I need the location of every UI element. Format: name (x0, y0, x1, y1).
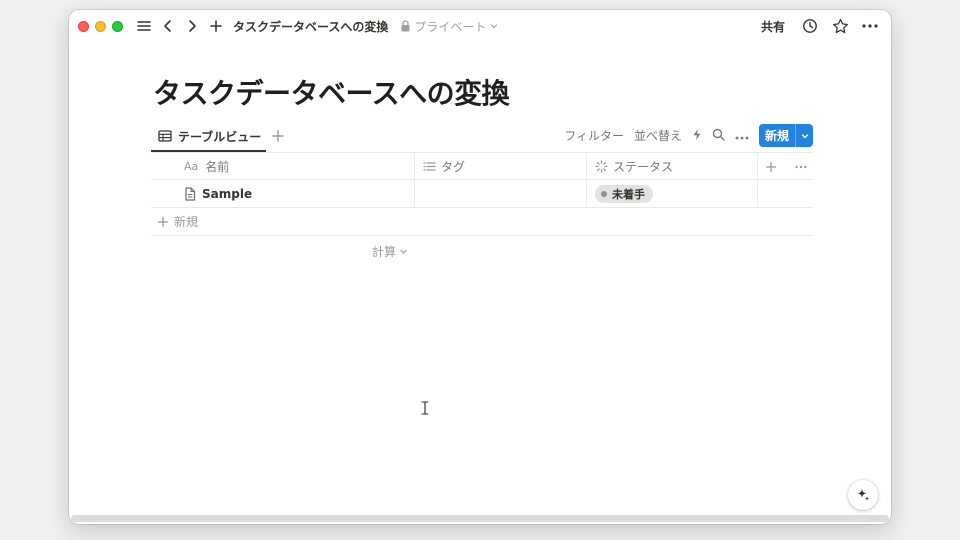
automation-bolt-icon[interactable] (692, 128, 702, 144)
forward-icon[interactable] (181, 15, 203, 37)
row-name-cell[interactable]: Sample (151, 180, 414, 207)
add-property-icon[interactable] (765, 161, 777, 173)
plus-icon (157, 216, 169, 227)
share-button[interactable]: 共有 (761, 18, 785, 35)
view-more-options-icon[interactable] (735, 129, 749, 143)
row-name-text: Sample (202, 186, 253, 201)
favorite-star-icon[interactable] (829, 15, 851, 37)
status-badge-label: 未着手 (612, 187, 645, 201)
table-header-row: Aa 名前 タグ ステータス (151, 152, 813, 180)
page-title[interactable]: タスクデータベースへの変換 (153, 72, 510, 112)
column-header-label: タグ (441, 160, 466, 174)
status-icon (595, 160, 608, 173)
database-view-bar: テーブルビュー フィルター 並べ替え 新規 (151, 122, 813, 152)
add-view-icon[interactable] (271, 128, 285, 147)
table-row[interactable]: Sample 未着手 (151, 180, 813, 208)
chevron-down-icon (400, 249, 407, 254)
new-entry-button[interactable]: 新規 (758, 124, 813, 147)
column-header-label: ステータス (613, 160, 674, 174)
sort-button[interactable]: 並べ替え (634, 127, 682, 144)
minimize-window-button[interactable] (95, 20, 106, 32)
calculate-label: 計算 (372, 245, 397, 259)
row-tag-cell[interactable] (414, 180, 586, 207)
column-header-status[interactable]: ステータス (586, 153, 757, 180)
table-icon (158, 130, 172, 142)
add-row-label: 新規 (174, 215, 199, 229)
row-extra-cell (757, 180, 813, 207)
close-window-button[interactable] (78, 20, 89, 32)
new-entry-label: 新規 (764, 129, 789, 143)
calculate-button[interactable]: 計算 (372, 243, 408, 260)
chevron-down-icon (491, 24, 498, 29)
chevron-down-icon[interactable] (795, 124, 813, 147)
tab-table-view-label: テーブルビュー (178, 129, 262, 144)
new-row[interactable]: 新規 (151, 208, 813, 236)
history-clock-icon[interactable] (799, 15, 821, 37)
window-controls (78, 20, 123, 32)
add-row-button[interactable]: 新規 (151, 208, 198, 235)
back-icon[interactable] (157, 15, 179, 37)
new-page-icon[interactable] (205, 15, 227, 37)
sparkle-icon (857, 489, 869, 501)
column-header-name[interactable]: Aa 名前 (151, 153, 414, 180)
list-icon (423, 162, 436, 171)
status-dot (601, 190, 607, 197)
page-document-icon (185, 186, 196, 201)
row-status-cell[interactable]: 未着手 (586, 180, 757, 207)
text-property-icon: Aa (184, 160, 199, 173)
search-icon[interactable] (712, 128, 725, 144)
title-bar: タスクデータベースへの変換 プライベート 共有 (69, 10, 891, 42)
privacy-label: プライベート (414, 19, 487, 34)
more-options-icon[interactable] (794, 165, 807, 169)
horizontal-scrollbar[interactable] (71, 515, 889, 522)
privacy-menu[interactable]: プライベート (400, 18, 499, 35)
column-header-label: 名前 (205, 160, 230, 174)
tab-table-view[interactable]: テーブルビュー (151, 122, 266, 152)
database-table: Aa 名前 タグ ステータス Sample 未着手 新規 (151, 152, 813, 236)
app-window: タスクデータベースへの変換 プライベート 共有 タスクデータベースへの変換 テー… (69, 10, 891, 524)
column-header-tag[interactable]: タグ (414, 153, 586, 180)
sidebar-toggle-icon[interactable] (133, 15, 155, 37)
status-badge: 未着手 (595, 184, 653, 203)
filter-button[interactable]: フィルター (564, 127, 624, 144)
lock-icon (401, 20, 410, 32)
ai-assistant-button[interactable] (848, 480, 878, 510)
text-cursor-icon (421, 400, 429, 419)
column-header-actions (757, 153, 813, 180)
breadcrumb-page-title[interactable]: タスクデータベースへの変換 (233, 18, 388, 35)
more-options-icon[interactable] (859, 15, 881, 37)
zoom-window-button[interactable] (112, 20, 123, 32)
